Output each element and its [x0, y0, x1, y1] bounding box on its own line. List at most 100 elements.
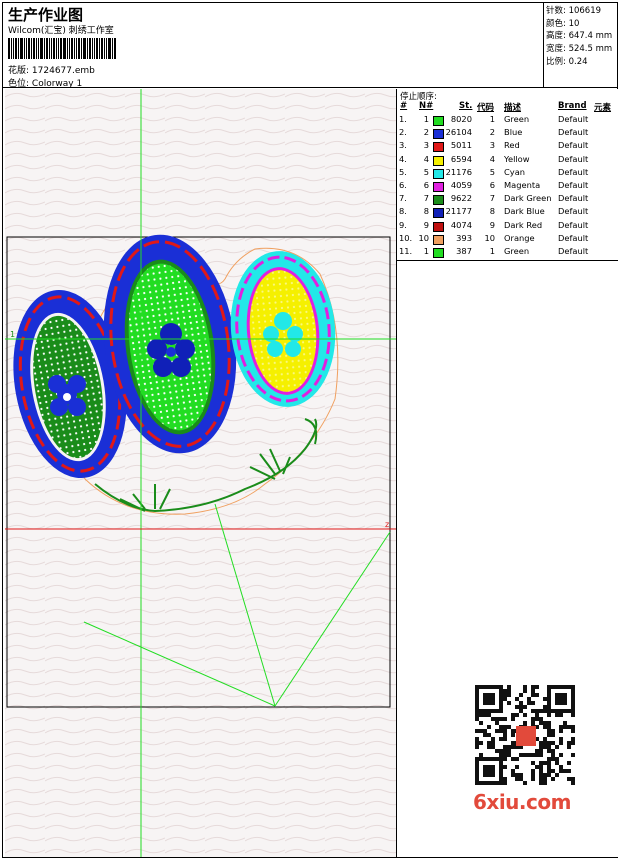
stop-row: 1. 1 8020 1 Green Default — [397, 114, 618, 127]
design-canvas[interactable]: 1 z — [5, 89, 396, 857]
col-index: # — [400, 101, 408, 111]
stop-stitches: 4074 — [450, 219, 472, 230]
stop-needle: 4 — [423, 153, 429, 164]
stop-code: 6 — [489, 180, 495, 190]
stop-description: Orange — [504, 232, 535, 243]
stop-code: 5 — [489, 166, 495, 177]
stop-code: 1 — [489, 246, 495, 256]
stop-needle: 5 — [423, 166, 429, 177]
col-stitches: St. — [459, 101, 473, 111]
stop-needle: 10 — [418, 232, 429, 243]
embroidery-preview: 1 z — [5, 89, 396, 857]
stop-index: 9. — [399, 219, 407, 230]
stop-needle: 2 — [423, 127, 429, 138]
stop-description: Red — [504, 140, 520, 151]
thread-color-swatch — [433, 195, 444, 206]
origin-marker: 1 — [10, 330, 15, 339]
colorway-line: 色位: Colorway 1 — [8, 76, 82, 89]
stop-stitches: 4059 — [450, 180, 472, 190]
stop-row: 9. 9 4074 9 Dark Red Default — [397, 220, 618, 233]
stop-row: 2. 2 26104 2 Blue Default — [397, 127, 618, 140]
width-value: 524.5 mm — [568, 44, 613, 55]
thread-color-swatch — [433, 182, 444, 192]
height-value: 647.4 mm — [568, 31, 613, 42]
stop-description: Green — [504, 246, 530, 256]
col-element: 元素 — [594, 103, 612, 113]
page-title: 生产作业图 — [8, 6, 84, 24]
colorway-value: Colorway 1 — [31, 79, 83, 89]
thread-color-swatch — [433, 221, 444, 232]
barcode — [8, 38, 142, 59]
design-file-line: 花版: 1724677.emb — [8, 63, 95, 76]
stitches-value: 106619 — [568, 6, 602, 16]
scale-stat: 比例: 0.24 — [546, 56, 618, 69]
thread-color-swatch — [433, 234, 444, 245]
stop-stitches: 9622 — [450, 193, 472, 204]
stop-stitches: 5011 — [450, 140, 472, 151]
stop-table-header: # N# St. 代码 描述 Brand 元素 — [397, 101, 618, 113]
stop-brand: Default — [558, 166, 589, 177]
stitches-stat: 针数: 106619 — [546, 5, 618, 18]
stop-code: 4 — [489, 153, 495, 164]
stop-description: Green — [504, 114, 530, 124]
stop-brand: Default — [558, 114, 589, 124]
stop-needle: 8 — [423, 206, 429, 217]
stop-row: 4. 4 6594 4 Yellow Default — [397, 154, 618, 167]
stop-index: 4. — [399, 153, 407, 164]
stop-index: 8. — [399, 206, 407, 217]
stop-row: 10. 10 393 10 Orange Default — [397, 233, 618, 246]
thread-color-swatch — [433, 168, 444, 179]
stop-index: 7. — [399, 193, 407, 204]
stop-code: 8 — [489, 206, 495, 217]
col-code: 代码 — [477, 103, 495, 113]
thread-color-swatch — [433, 129, 444, 140]
stop-brand: Default — [558, 206, 589, 217]
stop-index: 11. — [399, 246, 413, 256]
stop-row: 8. 8 21177 8 Dark Blue Default — [397, 206, 618, 219]
stats-panel: 针数: 106619 颜色: 10 高度: 647.4 mm 宽度: 524.5… — [543, 2, 618, 88]
col-description: 描述 — [504, 103, 522, 113]
design-label: 花版: — [8, 66, 30, 76]
colors-label: 颜色: — [546, 18, 566, 29]
thread-color-swatch — [433, 116, 444, 126]
stop-code: 3 — [489, 140, 495, 151]
stop-sequence-table: 停止顺序: # N# St. 代码 描述 Brand 元素 1. 1 8020 1 Gr… — [397, 89, 618, 261]
stop-index: 6. — [399, 180, 407, 190]
stop-stitches: 21177 — [445, 206, 472, 217]
stop-code: 2 — [489, 127, 495, 138]
stop-code: 7 — [489, 193, 495, 204]
width-stat: 宽度: 524.5 mm — [546, 43, 618, 56]
thread-color-swatch — [433, 142, 444, 153]
stop-row: 3. 3 5011 3 Red Default — [397, 140, 618, 153]
stop-index: 1. — [399, 114, 407, 124]
scale-value: 0.24 — [568, 56, 588, 67]
stop-code: 9 — [489, 219, 495, 230]
stop-description: Dark Green — [504, 193, 552, 204]
stop-needle: 1 — [423, 246, 429, 256]
stop-stitches: 387 — [456, 246, 472, 256]
col-brand: Brand — [558, 101, 587, 111]
height-label: 高度: — [546, 31, 566, 42]
stop-brand: Default — [558, 232, 589, 243]
header: 生产作业图 Wilcom(汇宝) 刺绣工作室 花版: 1724677.emb 色… — [2, 2, 618, 89]
height-stat: 高度: 647.4 mm — [546, 30, 618, 43]
stop-code: 1 — [489, 114, 495, 124]
thread-color-swatch — [433, 155, 444, 166]
stop-index: 10. — [399, 232, 413, 243]
colors-stat: 颜色: 10 — [546, 18, 618, 31]
stop-stitches: 8020 — [450, 114, 472, 124]
stop-description: Dark Blue — [504, 206, 545, 217]
colors-value: 10 — [568, 18, 580, 29]
stop-needle: 6 — [423, 180, 429, 190]
thread-color-swatch — [433, 208, 444, 219]
thread-color-swatch — [433, 248, 444, 258]
stop-needle: 1 — [423, 114, 429, 124]
qr-code — [470, 680, 580, 790]
stop-stitches: 393 — [456, 232, 472, 243]
stop-row: 11. 1 387 1 Green Default — [397, 246, 618, 259]
stop-needle: 3 — [423, 140, 429, 151]
stop-description: Cyan — [504, 166, 526, 177]
stop-row: 7. 7 9622 7 Dark Green Default — [397, 193, 618, 206]
stitches-label: 针数: — [546, 6, 566, 16]
stop-index: 2. — [399, 127, 407, 138]
